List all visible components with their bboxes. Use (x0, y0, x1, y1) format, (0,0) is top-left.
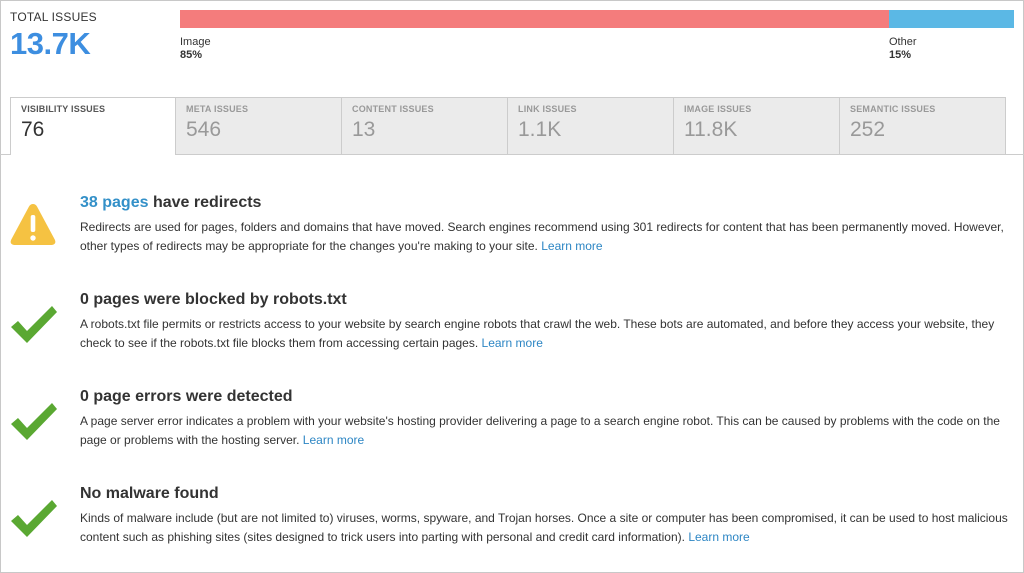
total-issues-value: 13.7K (10, 26, 91, 61)
other-segment-percent: 15% (889, 49, 912, 61)
total-issues-label: TOTAL ISSUES (10, 10, 97, 24)
tab-count: 76 (21, 118, 45, 141)
issue-breakdown-bar (180, 10, 1014, 28)
tab-count: 546 (186, 118, 222, 141)
warning-icon (10, 204, 56, 245)
issue-description: A robots.txt file permits or restricts a… (80, 315, 1015, 353)
learn-more-link[interactable]: Learn more (688, 530, 749, 544)
checkmark-icon (11, 403, 57, 440)
tab-count: 11.8K (684, 118, 738, 141)
learn-more-link[interactable]: Learn more (541, 239, 602, 253)
checkmark-icon (11, 306, 57, 343)
other-segment-name: Other (889, 36, 917, 48)
issue-title: 0 page errors were detected (80, 388, 293, 405)
checkmark-icon (11, 500, 57, 537)
tabs-divider (1006, 154, 1024, 155)
tab-label: SEMANTIC ISSUES (850, 104, 936, 114)
image-segment-label: Image 85% (180, 36, 211, 62)
issue-title: 38 pages have redirects (80, 194, 261, 212)
issue-tabs: VISIBILITY ISSUES 76 META ISSUES 546 CON… (10, 97, 1006, 155)
total-issues: TOTAL ISSUES 13.7K (10, 10, 97, 62)
learn-more-link[interactable]: Learn more (303, 433, 364, 447)
issue-description: A page server error indicates a problem … (80, 412, 1015, 450)
tab-meta-issues[interactable]: META ISSUES 546 (176, 97, 342, 155)
other-segment[interactable] (889, 10, 1014, 28)
issue-title: No malware found (80, 485, 219, 502)
redirect-pages-count[interactable]: 38 pages (80, 194, 148, 211)
learn-more-link[interactable]: Learn more (482, 336, 543, 350)
tab-label: META ISSUES (186, 104, 249, 114)
other-segment-label: Other 15% (889, 36, 917, 62)
issue-description-text: Kinds of malware include (but are not li… (80, 511, 1008, 544)
image-segment[interactable] (180, 10, 889, 28)
tab-visibility-issues[interactable]: VISIBILITY ISSUES 76 (10, 97, 176, 155)
tab-label: VISIBILITY ISSUES (21, 104, 106, 114)
tabs-divider (0, 154, 10, 155)
image-segment-percent: 85% (180, 49, 203, 61)
issue-description-text: A page server error indicates a problem … (80, 414, 1000, 447)
issue-title: 0 pages were blocked by robots.txt (80, 291, 347, 308)
tab-label: IMAGE ISSUES (684, 104, 752, 114)
tab-content-issues[interactable]: CONTENT ISSUES 13 (342, 97, 508, 155)
image-segment-name: Image (180, 36, 211, 48)
issue-description: Redirects are used for pages, folders an… (80, 218, 1015, 256)
tab-count: 1.1K (518, 118, 562, 141)
tab-semantic-issues[interactable]: SEMANTIC ISSUES 252 (840, 97, 1006, 155)
tab-label: CONTENT ISSUES (352, 104, 434, 114)
issue-title-text: have redirects (152, 194, 262, 211)
tab-count: 13 (352, 118, 376, 141)
tab-count: 252 (850, 118, 886, 141)
tab-image-issues[interactable]: IMAGE ISSUES 11.8K (674, 97, 840, 155)
issue-description: Kinds of malware include (but are not li… (80, 509, 1015, 547)
tab-label: LINK ISSUES (518, 104, 577, 114)
tab-link-issues[interactable]: LINK ISSUES 1.1K (508, 97, 674, 155)
